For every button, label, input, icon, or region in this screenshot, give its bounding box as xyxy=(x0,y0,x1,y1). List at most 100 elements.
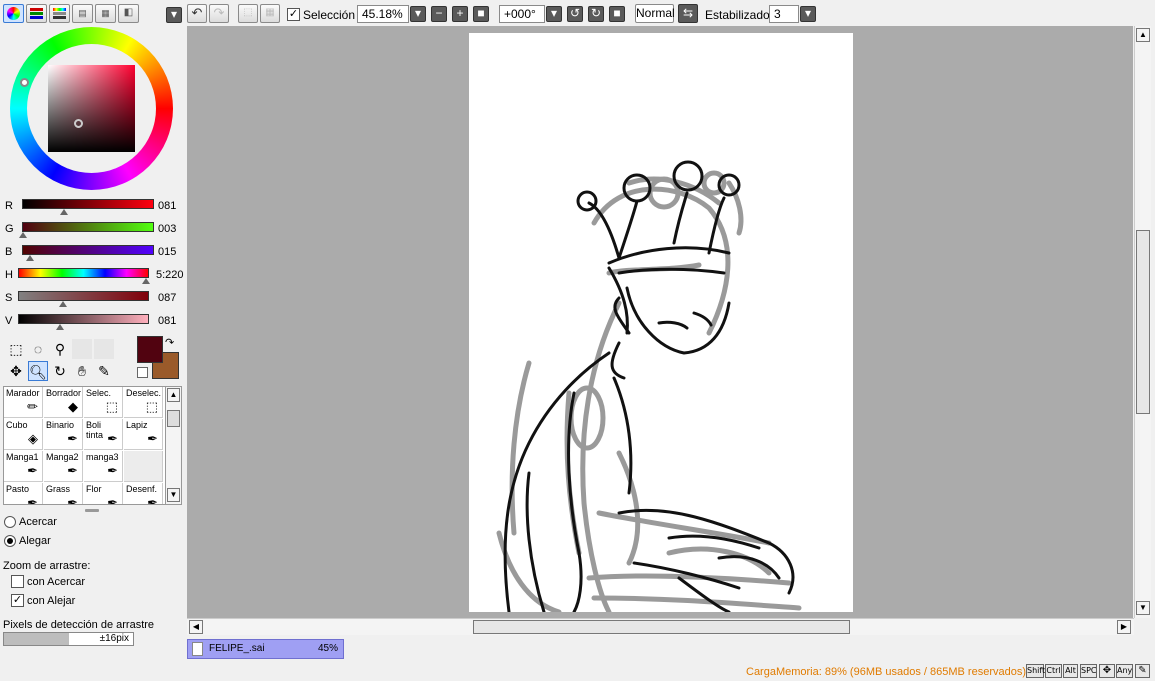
scroll-right-icon[interactable]: ▶ xyxy=(1117,620,1131,634)
move-icon[interactable]: ✥ xyxy=(6,361,26,381)
zoom-reset-button[interactable]: ■ xyxy=(473,6,489,22)
vertical-scrollbar[interactable]: ▲ ▼ xyxy=(1134,26,1151,618)
canvas-page[interactable] xyxy=(469,33,853,612)
sketch-drawing xyxy=(496,160,802,612)
alegar-label: Alegar xyxy=(19,535,51,547)
stabilizer-dropdown-button[interactable]: ▾ xyxy=(800,6,816,22)
rotate-icon[interactable]: ↻ xyxy=(50,361,70,381)
tool-label: Selec. xyxy=(86,388,112,398)
slider-thumb[interactable] xyxy=(25,255,34,261)
acercar-radio[interactable] xyxy=(4,516,16,528)
scroll-down-icon[interactable]: ▼ xyxy=(1136,601,1150,615)
redo-button[interactable]: ↷ xyxy=(209,4,229,23)
slider-thumb[interactable] xyxy=(19,232,28,238)
selection-checkbox[interactable]: ✓ xyxy=(287,8,300,21)
tool-cell[interactable]: Desenf. ✒ xyxy=(124,483,163,504)
tool-cell xyxy=(124,451,163,482)
horizontal-scrollbar[interactable]: ◀ ▶ xyxy=(187,618,1134,635)
slider-label-1: G xyxy=(5,223,14,235)
deselect-brush-icon: ⬚ xyxy=(145,399,158,414)
panel-menu-button[interactable]: ▾ xyxy=(166,7,182,23)
pen-icon: ✒ xyxy=(27,463,38,478)
swatches-tab-icon[interactable]: ▤ xyxy=(72,4,93,23)
scroll-thumb[interactable] xyxy=(167,410,180,427)
horizontal-scroll-thumb[interactable] xyxy=(473,620,850,634)
swap-colors-icon[interactable]: ↷ xyxy=(165,336,174,349)
transparent-color-icon[interactable] xyxy=(137,367,148,378)
slider-thumb[interactable] xyxy=(142,278,151,284)
slider-thumb[interactable] xyxy=(60,209,69,215)
rect-select-icon[interactable]: ⬚ xyxy=(6,339,26,359)
color-wheel-tab-icon[interactable] xyxy=(3,4,24,23)
zoom-out-button[interactable]: − xyxy=(431,6,447,22)
primary-color-swatch[interactable] xyxy=(137,336,163,363)
rotation-field[interactable]: +000° xyxy=(499,5,545,23)
tool-cell[interactable]: Grass ✒ xyxy=(44,483,83,504)
slider-thumb[interactable] xyxy=(58,301,67,307)
hand-icon[interactable]: ✋︎ xyxy=(72,361,92,381)
tool-cell[interactable]: Boli tinta ✒ xyxy=(84,419,123,450)
navigator-icon: ✥ xyxy=(1099,664,1115,678)
blend-mode-button[interactable]: Normal xyxy=(635,4,675,23)
color-slider-1[interactable] xyxy=(22,222,154,232)
tool-cell[interactable]: Binario ✒ xyxy=(44,419,83,450)
scroll-up-icon[interactable]: ▲ xyxy=(1136,28,1150,42)
tool-cell[interactable]: Lapiz ✒ xyxy=(124,419,163,450)
saturation-value-square[interactable] xyxy=(48,65,135,152)
sv-marker[interactable] xyxy=(74,119,83,128)
tool-cell[interactable]: manga3 ✒ xyxy=(84,451,123,482)
zoom-dropdown-button[interactable]: ▾ xyxy=(410,6,426,22)
color-slider-5[interactable] xyxy=(18,314,149,324)
drag-pixels-label: Pixels de detección de arrastre xyxy=(3,619,155,631)
panel-resize-grip[interactable] xyxy=(85,509,99,512)
bucket-icon: ◈ xyxy=(28,431,38,446)
invert-selection-button[interactable]: ▦ xyxy=(260,4,280,23)
tool-cell[interactable]: Flor ✒ xyxy=(84,483,123,504)
color-slider-4[interactable] xyxy=(18,291,149,301)
hue-ring-marker[interactable] xyxy=(20,78,29,87)
zoom-in-button[interactable]: + xyxy=(452,6,468,22)
drag-pixels-slider[interactable]: ±16pix xyxy=(3,632,134,646)
rotation-dropdown-button[interactable]: ▾ xyxy=(546,6,562,22)
tool-cell[interactable]: Selec. ⬚ xyxy=(84,387,123,418)
palette-tab-icon[interactable]: ◧ xyxy=(118,4,139,23)
undo-button[interactable]: ↶ xyxy=(187,4,207,23)
color-slider-2[interactable] xyxy=(22,245,154,255)
scroll-up-icon[interactable]: ▲ xyxy=(167,388,180,402)
con-acercar-checkbox[interactable] xyxy=(11,575,24,588)
tool-cell[interactable]: Pasto ✒ xyxy=(4,483,43,504)
deselect-button[interactable]: ⬚ xyxy=(238,4,258,23)
scroll-down-icon[interactable]: ▼ xyxy=(167,488,180,502)
tool-grid: Marador ✏ Borrador ◆ Selec. ⬚ Deselec. ⬚ Cubo ◈ Bi… xyxy=(3,386,166,505)
tool-label: Manga1 xyxy=(6,452,39,462)
scroll-left-icon[interactable]: ◀ xyxy=(189,620,203,634)
tool-cell[interactable]: Marador ✏ xyxy=(4,387,43,418)
magic-wand-icon[interactable]: ⚲ xyxy=(50,339,70,359)
tool-cell[interactable]: Manga1 ✒ xyxy=(4,451,43,482)
rotate-reset-button[interactable]: ■ xyxy=(609,6,625,22)
lasso-select-icon[interactable]: ◌ xyxy=(28,339,48,359)
zoom-field[interactable]: 45.18% xyxy=(357,5,409,23)
hsv-slider-tab-icon[interactable] xyxy=(49,4,70,23)
tool-cell[interactable]: Deselec. ⬚ xyxy=(124,387,163,418)
scratchpad-tab-icon[interactable]: ▦ xyxy=(95,4,116,23)
flip-horizontal-button[interactable]: ⇆ xyxy=(678,4,698,23)
rotate-right-button[interactable]: ↻ xyxy=(588,6,604,22)
tool-cell[interactable]: Borrador ◆ xyxy=(44,387,83,418)
slider-thumb[interactable] xyxy=(55,324,64,330)
stabilizer-field[interactable]: 3 xyxy=(769,5,799,23)
alegar-radio[interactable] xyxy=(4,535,16,547)
vertical-scroll-thumb[interactable] xyxy=(1136,230,1150,414)
rgb-slider-tab-icon[interactable] xyxy=(26,4,47,23)
eyedropper-icon[interactable]: ✎ xyxy=(94,361,114,381)
file-tab[interactable]: FELIPE_.sai 45% xyxy=(187,639,344,659)
tool-cell[interactable]: Manga2 ✒ xyxy=(44,451,83,482)
tool-grid-scrollbar[interactable]: ▲ ▼ xyxy=(165,386,182,505)
slider-value-4: 087 xyxy=(158,292,177,304)
zoom-icon[interactable]: 🔍︎ xyxy=(28,361,48,381)
color-slider-3[interactable] xyxy=(18,268,149,278)
tool-cell[interactable]: Cubo ◈ xyxy=(4,419,43,450)
color-slider-0[interactable] xyxy=(22,199,154,209)
rotate-left-button[interactable]: ↺ xyxy=(567,6,583,22)
con-alejar-checkbox[interactable]: ✓ xyxy=(11,594,24,607)
